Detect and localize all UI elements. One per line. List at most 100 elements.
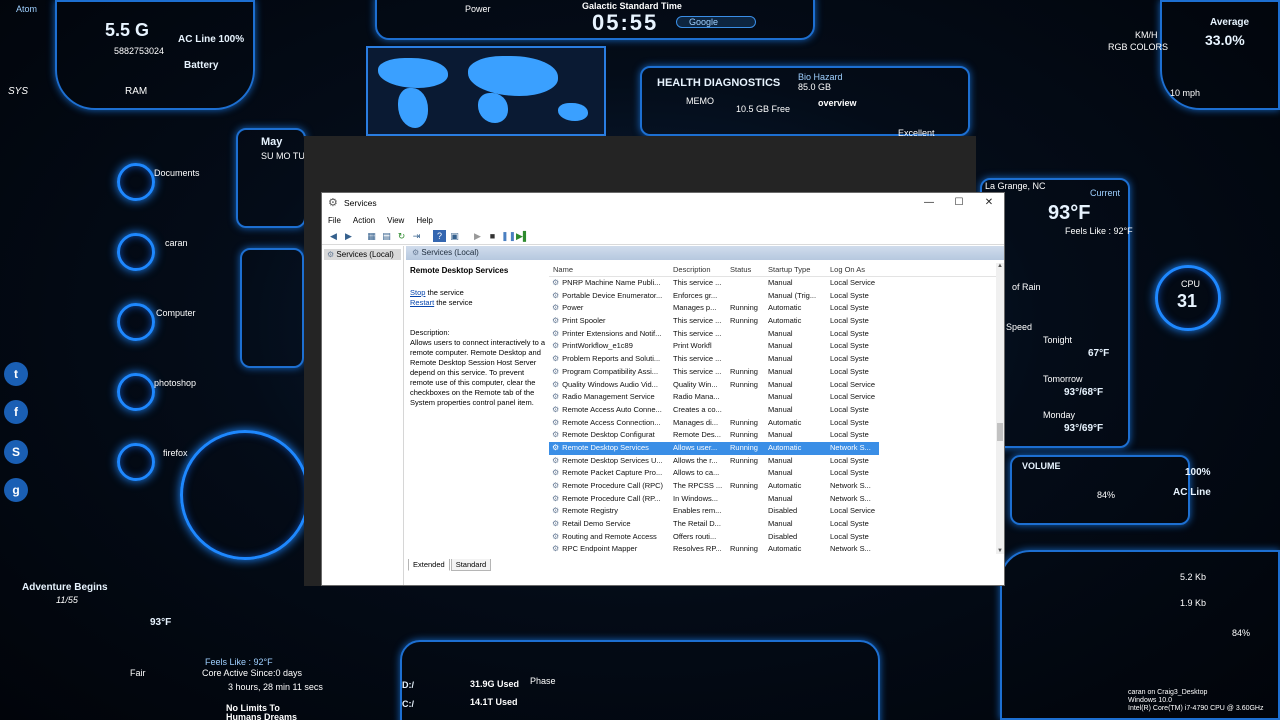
- os-info: Windows 10.0: [1128, 697, 1172, 704]
- table-row[interactable]: ⚙ Remote Access Connection... Manages di..…: [549, 417, 996, 430]
- caran-ring-icon: [117, 233, 155, 271]
- weather-temp: 93°F: [1048, 202, 1091, 224]
- export-list-icon[interactable]: ⇥: [410, 230, 423, 242]
- table-row[interactable]: ⚙ Program Compatibility Assi... This servi…: [549, 366, 996, 379]
- forward-arrow-icon[interactable]: ▶: [342, 230, 355, 242]
- start-service-icon[interactable]: ▶: [471, 230, 484, 242]
- show-console-tree-icon[interactable]: ▦: [365, 230, 378, 242]
- column-header-description[interactable]: Description: [669, 263, 726, 276]
- table-row[interactable]: ⚙ Portable Device Enumerator... Enforces g…: [549, 290, 996, 303]
- service-name-cell: ⚙ Retail Demo Service: [549, 518, 669, 531]
- table-row[interactable]: ⚙ Remote Access Auto Conne... Creates a co…: [549, 404, 996, 417]
- gear-icon: ⚙: [552, 341, 560, 351]
- menu-help[interactable]: Help: [416, 216, 432, 225]
- bio-hazard-value: 85.0 GB: [798, 82, 832, 92]
- column-header-name[interactable]: Name: [549, 263, 669, 276]
- tree-item-services-local[interactable]: ⚙ Services (Local): [324, 249, 401, 260]
- quote-label: No Limits To Humans Dreams: [226, 703, 298, 720]
- table-row[interactable]: ⚙ Quality Windows Audio Vid... Quality Win…: [549, 379, 996, 392]
- service-name: Remote Procedure Call (RPC): [562, 481, 664, 490]
- restart-service-icon[interactable]: ▶▌: [516, 230, 529, 242]
- menu-view[interactable]: View: [387, 216, 404, 225]
- group-icon[interactable]: g: [4, 478, 28, 502]
- gear-icon: ⚙: [552, 493, 560, 503]
- table-row[interactable]: ⚙ Retail Demo Service The Retail D... Manua…: [549, 518, 996, 531]
- menu-action[interactable]: Action: [353, 216, 375, 225]
- service-name: Program Compatibility Assi...: [562, 366, 659, 376]
- refresh-icon[interactable]: ↻: [395, 230, 408, 242]
- shortcut-photoshop[interactable]: photoshop: [117, 373, 207, 423]
- shortcut-caran[interactable]: caran: [117, 233, 207, 283]
- service-detail: Remote Desktop Services Stop the service…: [410, 266, 546, 408]
- table-row[interactable]: ⚙ Print Spooler This service ... Running Aut…: [549, 315, 996, 328]
- user-info: caran on Craig3_Desktop: [1128, 689, 1208, 696]
- service-name: RPC Endpoint Mapper: [562, 544, 638, 554]
- back-arrow-icon[interactable]: ◀: [327, 230, 340, 242]
- service-status: [726, 391, 764, 404]
- table-row[interactable]: ⚙ Remote Procedure Call (RPC) The RPCSS ..…: [549, 480, 996, 493]
- twitter-icon[interactable]: t: [4, 362, 28, 386]
- table-row[interactable]: ⚙ Power Manages p... Running Automatic Local …: [549, 302, 996, 315]
- service-startup-type: Automatic: [768, 303, 802, 313]
- column-header-status[interactable]: Status: [726, 263, 764, 276]
- close-button[interactable]: ✕: [974, 193, 1004, 213]
- service-description: Offers routi...: [673, 531, 717, 541]
- menu-file[interactable]: File: [328, 216, 341, 225]
- service-startup-type: Automatic: [768, 316, 802, 326]
- table-row[interactable]: ⚙ Remote Packet Capture Pro... Allows to c…: [549, 467, 996, 480]
- facebook-icon[interactable]: f: [4, 400, 28, 424]
- scroll-up-icon[interactable]: ▲: [996, 263, 1004, 269]
- service-startup-type: Manual (Trig...: [768, 290, 817, 300]
- service-description: In Windows...: [673, 493, 719, 503]
- service-name: Remote Desktop Services U...: [562, 455, 663, 465]
- shortcut-computer[interactable]: Computer: [117, 303, 207, 353]
- table-row[interactable]: ⚙ PNRP Machine Name Publi... This service …: [549, 277, 996, 290]
- skype-icon[interactable]: S: [4, 440, 28, 464]
- pause-service-icon[interactable]: ❚❚: [501, 230, 516, 242]
- table-row[interactable]: ⚙ RPC Endpoint Mapper Resolves RP... Runnin…: [549, 543, 996, 554]
- service-name-cell: ⚙ Remote Packet Capture Pro...: [549, 467, 669, 480]
- service-status: Running: [730, 442, 758, 452]
- table-row[interactable]: ⚙ PrintWorkflow_e1c89 Print Workfl Manual Lo…: [549, 340, 996, 353]
- tab-extended[interactable]: Extended: [408, 559, 450, 571]
- table-row[interactable]: ⚙ Printer Extensions and Notif... This ser…: [549, 328, 996, 341]
- table-row[interactable]: ⚙ Radio Management Service Radio Mana... Ma…: [549, 391, 996, 404]
- table-row[interactable]: ⚙ Remote Desktop Services Allows user... Ru…: [549, 441, 879, 455]
- table-row[interactable]: ⚙ Remote Procedure Call (RP... In Windows.…: [549, 493, 996, 506]
- service-status: [726, 467, 764, 480]
- view-icon[interactable]: ▣: [448, 230, 461, 242]
- list-header: Name Description Status Startup Type Log…: [549, 263, 996, 277]
- help-icon[interactable]: ?: [433, 229, 446, 242]
- table-row[interactable]: ⚙ Problem Reports and Soluti... This servi…: [549, 353, 996, 366]
- volume-ac-line: AC Line: [1173, 487, 1211, 498]
- service-startup-type: Manual: [768, 328, 793, 338]
- stop-service-link[interactable]: Stop: [410, 288, 425, 297]
- service-status: Running: [730, 379, 758, 389]
- table-row[interactable]: ⚙ Remote Desktop Services U... Allows the …: [549, 455, 996, 468]
- google-search-input[interactable]: Google: [676, 16, 756, 28]
- scroll-thumb[interactable]: [997, 423, 1003, 441]
- table-row[interactable]: ⚙ Routing and Remote Access Offers routi..…: [549, 531, 996, 544]
- table-row[interactable]: ⚙ Remote Registry Enables rem... Disabled Lo…: [549, 505, 996, 518]
- shortcut-documents[interactable]: Documents: [117, 163, 207, 213]
- disk-percent: 84%: [1232, 628, 1251, 638]
- column-header-log-on-as[interactable]: Log On As: [826, 263, 878, 276]
- service-startup-type: Automatic: [768, 442, 802, 452]
- stop-service-icon[interactable]: ■: [486, 230, 499, 242]
- service-startup-type: Manual: [768, 404, 793, 414]
- service-name-cell: ⚙ Quality Windows Audio Vid...: [549, 379, 669, 392]
- service-name-cell: ⚙ Problem Reports and Soluti...: [549, 353, 669, 366]
- tonight-label: Tonight: [1043, 335, 1073, 345]
- table-row[interactable]: ⚙ Remote Desktop Configurat Remote Des... R…: [549, 429, 996, 442]
- maximize-button[interactable]: ☐: [944, 193, 974, 213]
- column-header-startup-type[interactable]: Startup Type: [764, 263, 826, 276]
- restart-service-link[interactable]: Restart: [410, 298, 434, 307]
- service-status: Running: [730, 303, 758, 313]
- title-bar[interactable]: ⚙ Services — ☐ ✕: [322, 193, 1004, 213]
- vertical-scrollbar[interactable]: ▲ ▼: [996, 263, 1004, 554]
- properties-icon[interactable]: ▤: [380, 230, 393, 242]
- minimize-button[interactable]: —: [914, 193, 944, 213]
- service-name-cell: ⚙ PNRP Machine Name Publi...: [549, 277, 669, 290]
- scroll-down-icon[interactable]: ▼: [996, 548, 1004, 554]
- tab-standard[interactable]: Standard: [450, 559, 492, 571]
